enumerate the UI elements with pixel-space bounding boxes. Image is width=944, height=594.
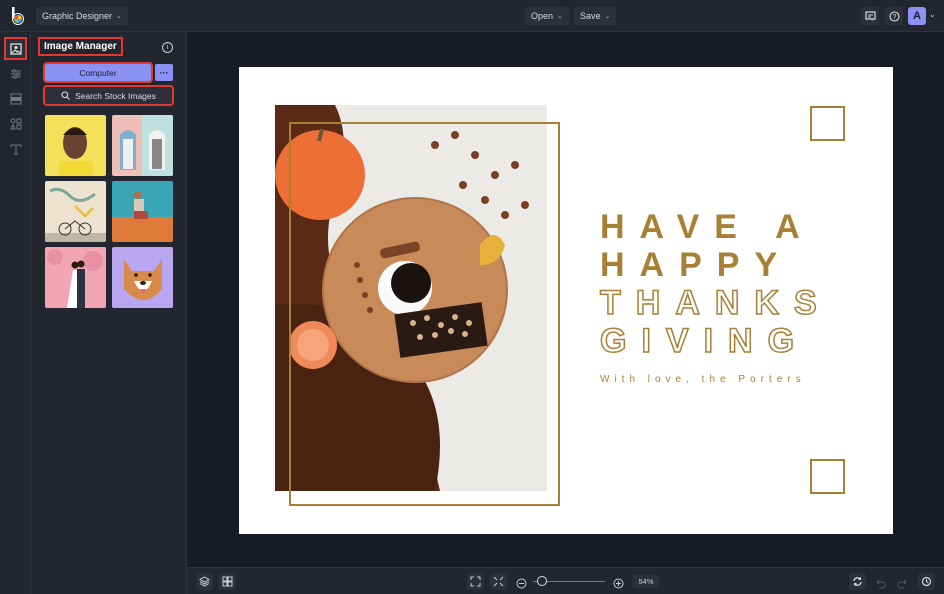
help-button[interactable]: ?: [885, 7, 903, 25]
headline-line-3[interactable]: THANKS: [599, 283, 832, 323]
top-bar: [0, 0, 944, 32]
text-icon: [10, 144, 21, 154]
grid-button[interactable]: [219, 573, 236, 590]
app-logo-icon[interactable]: [8, 5, 28, 27]
history-icon: [921, 576, 932, 587]
layout-icon: [10, 93, 21, 104]
user-avatar[interactable]: A: [908, 7, 926, 25]
open-dropdown[interactable]: Open ⌄: [525, 7, 569, 25]
grid-icon: [222, 576, 233, 587]
rail-adjust[interactable]: [6, 64, 25, 83]
zoom-out-button[interactable]: [516, 576, 527, 594]
search-stock-images-button[interactable]: Search Stock Images: [43, 85, 174, 106]
image-thumbnail[interactable]: [112, 247, 173, 308]
image-thumbnail[interactable]: [45, 247, 106, 308]
history-button[interactable]: [918, 573, 935, 590]
compress-icon: [493, 576, 504, 587]
layers-button[interactable]: [196, 573, 213, 590]
chevron-down-icon: ⌄: [604, 13, 611, 20]
minus-circle-icon: [516, 578, 527, 589]
zoom-slider-handle[interactable]: [537, 576, 547, 586]
fit-to-screen-button[interactable]: [467, 573, 484, 590]
sliders-icon: [10, 68, 21, 79]
rail-layouts[interactable]: [6, 89, 25, 108]
rail-graphics[interactable]: [6, 114, 25, 133]
comment-icon: [864, 10, 876, 21]
headline-line-4[interactable]: GIVING: [599, 321, 809, 361]
image-thumbnail[interactable]: [112, 115, 173, 176]
upload-from-computer-button[interactable]: Computer: [43, 62, 153, 83]
layers-icon: [199, 576, 210, 587]
gold-frame[interactable]: [289, 122, 560, 506]
shapes-icon: [9, 118, 21, 129]
redo-icon: [897, 579, 907, 589]
rail-image-manager[interactable]: [4, 37, 27, 60]
refresh-icon: [853, 577, 862, 586]
image-thumbnail[interactable]: [45, 115, 106, 176]
gold-square-top[interactable]: [810, 106, 845, 141]
expand-icon: [470, 576, 481, 587]
zoom-in-button[interactable]: [613, 576, 624, 594]
subtitle-text[interactable]: With love, the Porters: [600, 374, 806, 385]
undo-icon: [876, 579, 886, 589]
gold-square-bottom[interactable]: [810, 459, 845, 494]
app-mode-dropdown[interactable]: Graphic Designer ⌄: [36, 7, 128, 25]
chevron-down-icon: ⌄: [116, 13, 122, 20]
zoom-level[interactable]: 54%: [633, 575, 659, 588]
help-icon: ?: [888, 10, 900, 22]
plus-circle-icon: [613, 578, 624, 589]
open-label: Open: [531, 11, 554, 21]
sync-button[interactable]: [849, 573, 866, 590]
headline-line-2[interactable]: HAPPY: [600, 246, 792, 284]
undo-button[interactable]: [874, 576, 886, 594]
app-mode-label: Graphic Designer: [42, 11, 113, 21]
search-stock-label: Search Stock Images: [75, 90, 156, 101]
more-options-button[interactable]: ···: [155, 64, 173, 81]
panel-title: Image Manager: [38, 37, 123, 56]
search-icon: [61, 91, 70, 100]
image-thumbnail[interactable]: [112, 181, 173, 242]
rail-text[interactable]: [6, 139, 25, 158]
save-label: Save: [580, 11, 601, 21]
svg-text:?: ?: [892, 14, 896, 21]
image-icon: [9, 42, 22, 55]
chevron-down-icon: ⌄: [557, 13, 563, 20]
info-icon[interactable]: i: [162, 42, 173, 53]
shrink-button[interactable]: [490, 573, 507, 590]
save-dropdown[interactable]: Save ⌄: [574, 7, 617, 25]
image-thumbnail[interactable]: [45, 181, 106, 242]
headline-line-1[interactable]: HAVE A: [600, 208, 815, 246]
account-chevron-down-icon[interactable]: ⌄: [929, 10, 936, 19]
comments-button[interactable]: [861, 7, 879, 25]
redo-button[interactable]: [897, 576, 909, 594]
